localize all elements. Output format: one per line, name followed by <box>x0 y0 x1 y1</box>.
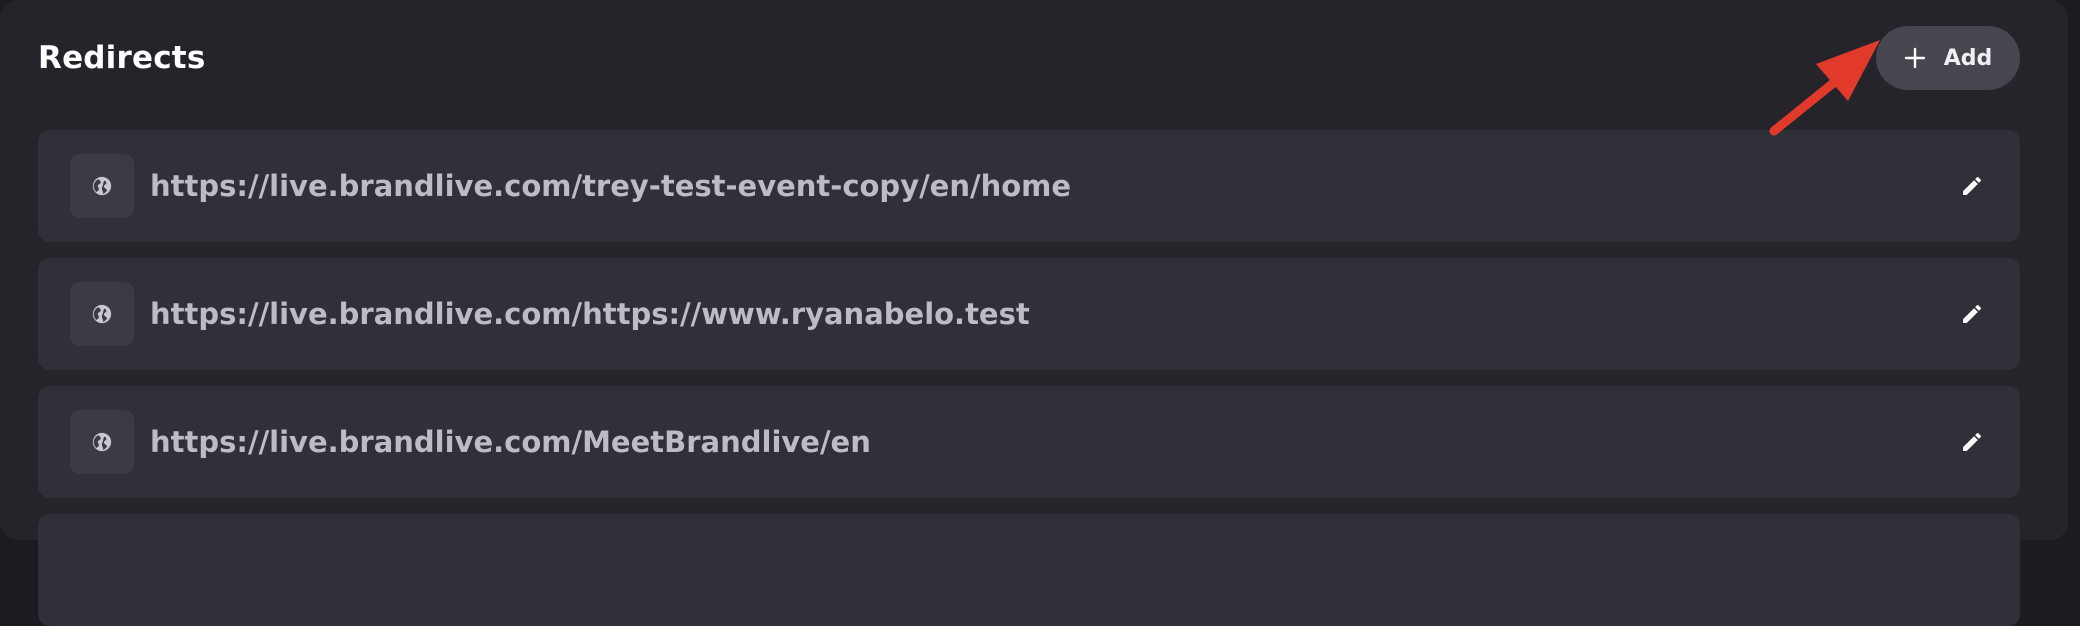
redirect-row[interactable]: https://live.brandlive.com/https://www.r… <box>38 258 2020 370</box>
globe-icon <box>92 432 112 452</box>
plus-icon <box>1904 47 1925 69</box>
add-button-label: Add <box>1943 45 1993 71</box>
redirects-panel: Redirects Add https://live.brandlive.com… <box>0 0 2068 626</box>
redirect-row-partial <box>38 514 2020 626</box>
edit-redirect-button[interactable] <box>1956 170 1988 202</box>
redirect-url: https://live.brandlive.com/MeetBrandlive… <box>150 425 871 459</box>
add-redirect-button[interactable]: Add <box>1876 26 2020 90</box>
edit-redirect-button[interactable] <box>1956 426 1988 458</box>
globe-icon-container <box>70 410 134 474</box>
redirect-row[interactable]: https://live.brandlive.com/trey-test-eve… <box>38 130 2020 242</box>
redirect-url: https://live.brandlive.com/trey-test-eve… <box>150 169 1072 203</box>
pencil-icon <box>1963 432 1982 451</box>
redirect-url: https://live.brandlive.com/https://www.r… <box>150 297 1030 331</box>
pencil-icon <box>1963 176 1982 195</box>
globe-icon <box>92 304 112 324</box>
redirect-row[interactable]: https://live.brandlive.com/MeetBrandlive… <box>38 386 2020 498</box>
globe-icon-container <box>70 282 134 346</box>
globe-icon-container <box>70 154 134 218</box>
globe-icon <box>92 176 112 196</box>
section-title: Redirects <box>38 40 206 76</box>
edit-redirect-button[interactable] <box>1956 298 1988 330</box>
pencil-icon <box>1963 304 1982 323</box>
